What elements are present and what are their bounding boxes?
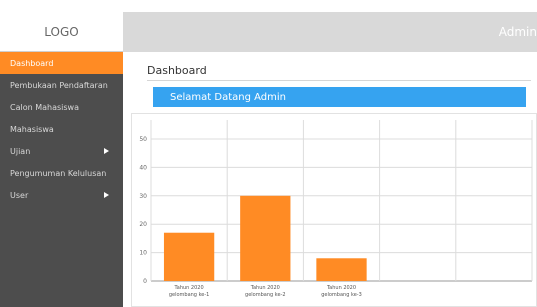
y-tick-label: 10	[139, 250, 147, 257]
logo[interactable]: LOGO	[0, 12, 123, 52]
sidebar-item-dashboard[interactable]: Dashboard	[0, 52, 123, 74]
y-tick-label: 20	[139, 221, 147, 228]
caret-right-icon	[104, 192, 109, 198]
bar	[240, 195, 291, 281]
sidebar-item-calon-mahasiswa[interactable]: Calon Mahasiswa	[0, 96, 123, 118]
sidebar-item-label: Ujian	[10, 146, 31, 156]
sidebar-item-label: Pengumuman Kelulusan	[10, 168, 107, 178]
sidebar-item-mahasiswa[interactable]: Mahasiswa	[0, 118, 123, 140]
title-divider	[147, 80, 531, 81]
bar-chart: 01020304050Tahun 2020gelombang ke-1Tahun…	[139, 120, 533, 298]
sidebar-item-pembukaan-pendaftaran[interactable]: Pembukaan Pendaftaran	[0, 74, 123, 96]
welcome-text: Selamat Datang Admin	[170, 91, 286, 103]
sidebar: Dashboard Pembukaan Pendaftaran Calon Ma…	[0, 52, 123, 307]
main-content: Dashboard Selamat Datang Admin 0 10 20 30 40…	[123, 52, 537, 307]
bar	[316, 258, 367, 281]
sidebar-item-pengumuman-kelulusan[interactable]: Pengumuman Kelulusan	[0, 162, 123, 184]
y-tick-label: 30	[139, 193, 147, 200]
x-tick-label: Tahun 2020	[326, 285, 356, 291]
sidebar-item-ujian[interactable]: Ujian	[0, 140, 123, 162]
x-tick-label: gelombang ke-2	[245, 292, 286, 298]
sidebar-item-label: Dashboard	[10, 58, 54, 68]
user-menu[interactable]: Admin	[499, 25, 537, 39]
bar	[163, 232, 215, 281]
x-tick-label: gelombang ke-1	[169, 292, 210, 298]
top-bar: Admin	[123, 12, 537, 52]
page-title: Dashboard	[147, 64, 207, 77]
sidebar-item-label: User	[10, 190, 29, 200]
caret-right-icon	[104, 148, 109, 154]
y-tick-label: 40	[139, 164, 147, 171]
x-tick-label: Tahun 2020	[174, 285, 204, 291]
x-tick-label: gelombang ke-3	[321, 292, 362, 298]
welcome-banner: Selamat Datang Admin	[153, 87, 526, 107]
sidebar-item-user[interactable]: User	[0, 184, 123, 206]
sidebar-item-label: Mahasiswa	[10, 124, 54, 134]
sidebar-item-label: Pembukaan Pendaftaran	[10, 80, 108, 90]
y-tick-label: 50	[139, 136, 147, 143]
sidebar-item-label: Calon Mahasiswa	[10, 102, 79, 112]
x-tick-label: Tahun 2020	[250, 285, 280, 291]
y-tick-label: 0	[143, 278, 147, 285]
logo-text: LOGO	[44, 24, 79, 39]
chart-panel: 0 10 20 30 40 50 Tahun 2020 gelombang ke-1 Tahun…	[131, 113, 537, 307]
